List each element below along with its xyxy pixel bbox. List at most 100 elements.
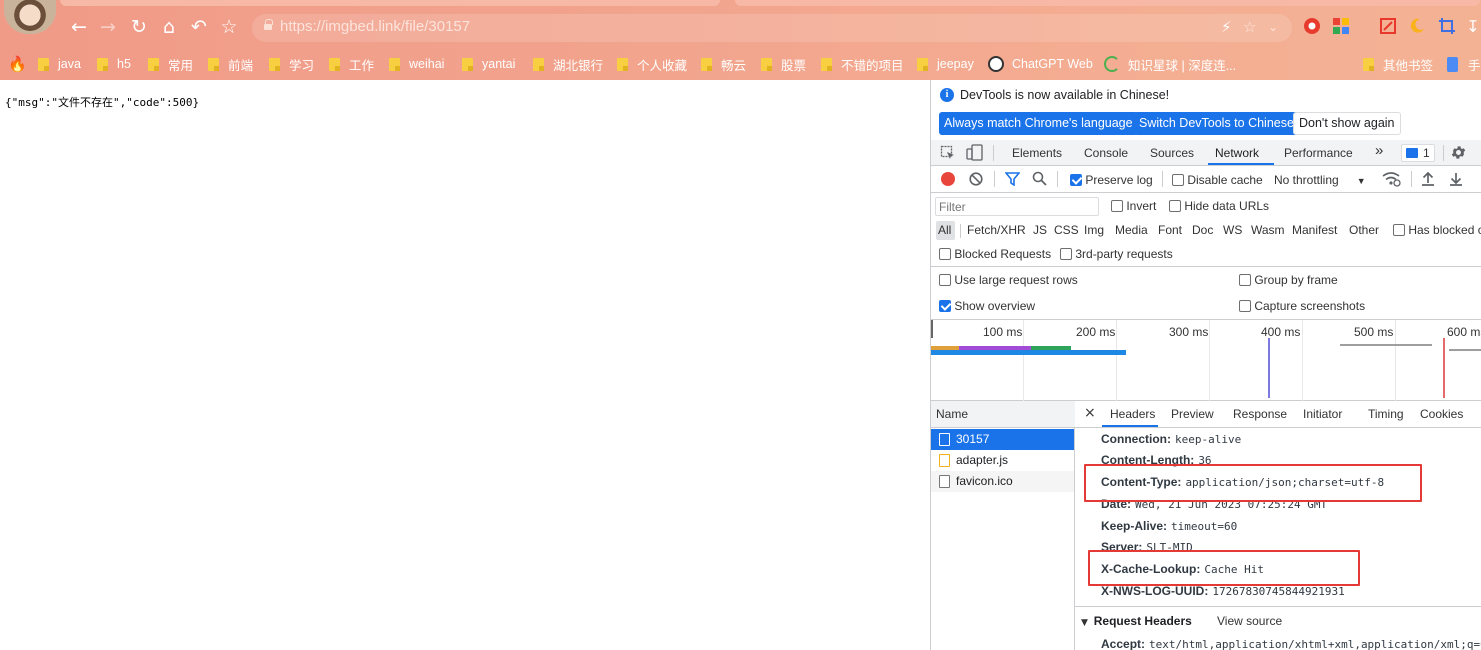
- bookmark-other[interactable]: 其他书签: [1363, 56, 1433, 73]
- tab-active[interactable]: [60, 0, 720, 6]
- extension-red-icon[interactable]: [1302, 17, 1322, 37]
- address-bar[interactable]: https://imgbed.link/file/30157: [252, 14, 1292, 42]
- profile-avatar[interactable]: [4, 0, 56, 34]
- bookmark-chatgpt[interactable]: ChatGPT Web: [988, 56, 1093, 72]
- gear-icon[interactable]: [1450, 144, 1467, 164]
- group-by-frame-checkbox[interactable]: Group by frame: [1239, 273, 1338, 287]
- bookmark-folder[interactable]: 湖北银行: [533, 56, 603, 73]
- export-har-icon[interactable]: [1449, 171, 1463, 189]
- checkbox-unchecked[interactable]: [939, 248, 951, 260]
- bookmark-folder[interactable]: java: [38, 56, 81, 72]
- type-doc[interactable]: Doc: [1192, 223, 1213, 237]
- network-conditions-icon[interactable]: [1382, 171, 1401, 190]
- checkbox-unchecked[interactable]: [1111, 200, 1123, 212]
- third-party-requests-checkbox[interactable]: 3rd-party requests: [1060, 247, 1173, 261]
- type-wasm[interactable]: Wasm: [1251, 223, 1285, 237]
- always-match-language-button[interactable]: Always match Chrome's language: [939, 112, 1138, 135]
- import-har-icon[interactable]: [1421, 171, 1435, 189]
- tab-console[interactable]: Console: [1084, 146, 1128, 160]
- checkbox-unchecked[interactable]: [1239, 274, 1251, 286]
- bookmark-folder[interactable]: jeepay: [917, 56, 974, 72]
- bookmark-folder[interactable]: 个人收藏: [617, 56, 687, 73]
- type-ws[interactable]: WS: [1223, 223, 1242, 237]
- switch-to-chinese-button[interactable]: Switch DevTools to Chinese: [1134, 112, 1299, 135]
- detail-tab-timing[interactable]: Timing: [1368, 407, 1404, 421]
- type-img[interactable]: Img: [1084, 223, 1104, 237]
- large-request-rows-checkbox[interactable]: Use large request rows: [939, 273, 1078, 287]
- filter-funnel-icon[interactable]: [1004, 172, 1021, 189]
- preserve-log-checkbox[interactable]: Preserve log: [1070, 173, 1153, 187]
- bookmark-folder[interactable]: 学习: [269, 56, 314, 73]
- home-icon[interactable]: ⌂: [158, 16, 180, 38]
- chevron-down-icon[interactable]: ⌄: [1268, 20, 1278, 34]
- detail-tab-initiator[interactable]: Initiator: [1303, 407, 1342, 421]
- request-row-favicon[interactable]: favicon.ico: [931, 471, 1074, 492]
- tab-sources[interactable]: Sources: [1150, 146, 1194, 160]
- star-outline-icon[interactable]: ☆: [1243, 18, 1256, 36]
- view-source-link[interactable]: View source: [1217, 614, 1282, 628]
- throttling-select[interactable]: No throttling ▼: [1274, 173, 1366, 187]
- address-url[interactable]: https://imgbed.link/file/30157: [280, 18, 470, 35]
- forward-arrow-icon[interactable]: →: [97, 16, 119, 38]
- lightning-icon[interactable]: ⚡: [1221, 18, 1232, 36]
- blocked-requests-checkbox[interactable]: Blocked Requests: [939, 247, 1051, 261]
- record-icon[interactable]: [941, 172, 955, 186]
- extension-grid-icon[interactable]: [1331, 17, 1351, 37]
- checkbox-unchecked[interactable]: [1060, 248, 1072, 260]
- bookmark-folder[interactable]: h5: [97, 56, 131, 72]
- tab-elements[interactable]: Elements: [1012, 146, 1062, 160]
- extension-square-icon[interactable]: [1378, 17, 1398, 37]
- tab-performance[interactable]: Performance: [1284, 146, 1353, 160]
- bookmark-mobile[interactable]: 手: [1447, 56, 1481, 73]
- invert-checkbox[interactable]: Invert: [1111, 199, 1156, 213]
- detail-tab-preview[interactable]: Preview: [1171, 407, 1214, 421]
- checkbox-unchecked[interactable]: [1169, 200, 1181, 212]
- issues-counter[interactable]: 1: [1401, 144, 1435, 162]
- bookmark-folder[interactable]: 不错的项目: [821, 56, 904, 73]
- reload-icon[interactable]: ↻: [128, 16, 150, 38]
- detail-tab-cookies[interactable]: Cookies: [1420, 407, 1463, 421]
- bookmark-folder[interactable]: 畅云: [701, 56, 746, 73]
- undo-icon[interactable]: ↶: [188, 16, 210, 38]
- back-arrow-icon[interactable]: ←: [68, 16, 90, 38]
- inspect-element-icon[interactable]: [940, 145, 956, 164]
- show-overview-checkbox[interactable]: Show overview: [939, 299, 1035, 313]
- bookmark-zsxq[interactable]: 知识星球 | 深度连...: [1104, 56, 1236, 73]
- checkbox-unchecked[interactable]: [1393, 224, 1405, 236]
- bookmark-folder[interactable]: 常用: [148, 56, 193, 73]
- download-icon[interactable]: ↧: [1463, 17, 1481, 37]
- type-other[interactable]: Other: [1349, 223, 1379, 237]
- dont-show-again-button[interactable]: Don't show again: [1293, 112, 1401, 135]
- checkbox-unchecked[interactable]: [1172, 174, 1184, 186]
- request-row-30157[interactable]: 30157: [931, 429, 1074, 450]
- request-row-adapter-js[interactable]: adapter.js: [931, 450, 1074, 471]
- name-column-header[interactable]: Name: [931, 401, 1075, 428]
- bookmark-fire-icon[interactable]: 🔥: [8, 56, 27, 73]
- tab-inactive[interactable]: [735, 0, 1480, 6]
- tab-network[interactable]: Network: [1215, 146, 1259, 160]
- network-overview[interactable]: 100 ms 200 ms 300 ms 400 ms 500 ms 600 m…: [931, 319, 1481, 402]
- bookmark-folder[interactable]: 前端: [208, 56, 253, 73]
- hide-data-urls-checkbox[interactable]: Hide data URLs: [1169, 199, 1269, 213]
- checkbox-unchecked[interactable]: [939, 274, 951, 286]
- bookmark-folder[interactable]: 股票: [761, 56, 806, 73]
- checkbox-checked[interactable]: [939, 300, 951, 312]
- more-tabs-button[interactable]: »: [1375, 142, 1383, 159]
- search-icon[interactable]: [1032, 171, 1047, 189]
- bookmark-folder[interactable]: 工作: [329, 56, 374, 73]
- crop-icon[interactable]: [1437, 17, 1457, 37]
- type-all[interactable]: All: [938, 223, 951, 237]
- capture-screenshots-checkbox[interactable]: Capture screenshots: [1239, 299, 1365, 313]
- type-css[interactable]: CSS: [1054, 223, 1079, 237]
- bookmark-folder[interactable]: yantai: [462, 56, 515, 72]
- overview-start-handle[interactable]: [931, 320, 933, 338]
- detail-tab-headers[interactable]: Headers: [1110, 407, 1155, 421]
- clear-icon[interactable]: [969, 172, 983, 189]
- device-toolbar-icon[interactable]: [966, 144, 984, 164]
- filter-input[interactable]: [936, 198, 1098, 215]
- checkbox-unchecked[interactable]: [1239, 300, 1251, 312]
- type-js[interactable]: JS: [1033, 223, 1047, 237]
- detail-tab-response[interactable]: Response: [1233, 407, 1287, 421]
- has-blocked-cookies-checkbox[interactable]: Has blocked c: [1393, 223, 1481, 237]
- disable-cache-checkbox[interactable]: Disable cache: [1172, 173, 1263, 187]
